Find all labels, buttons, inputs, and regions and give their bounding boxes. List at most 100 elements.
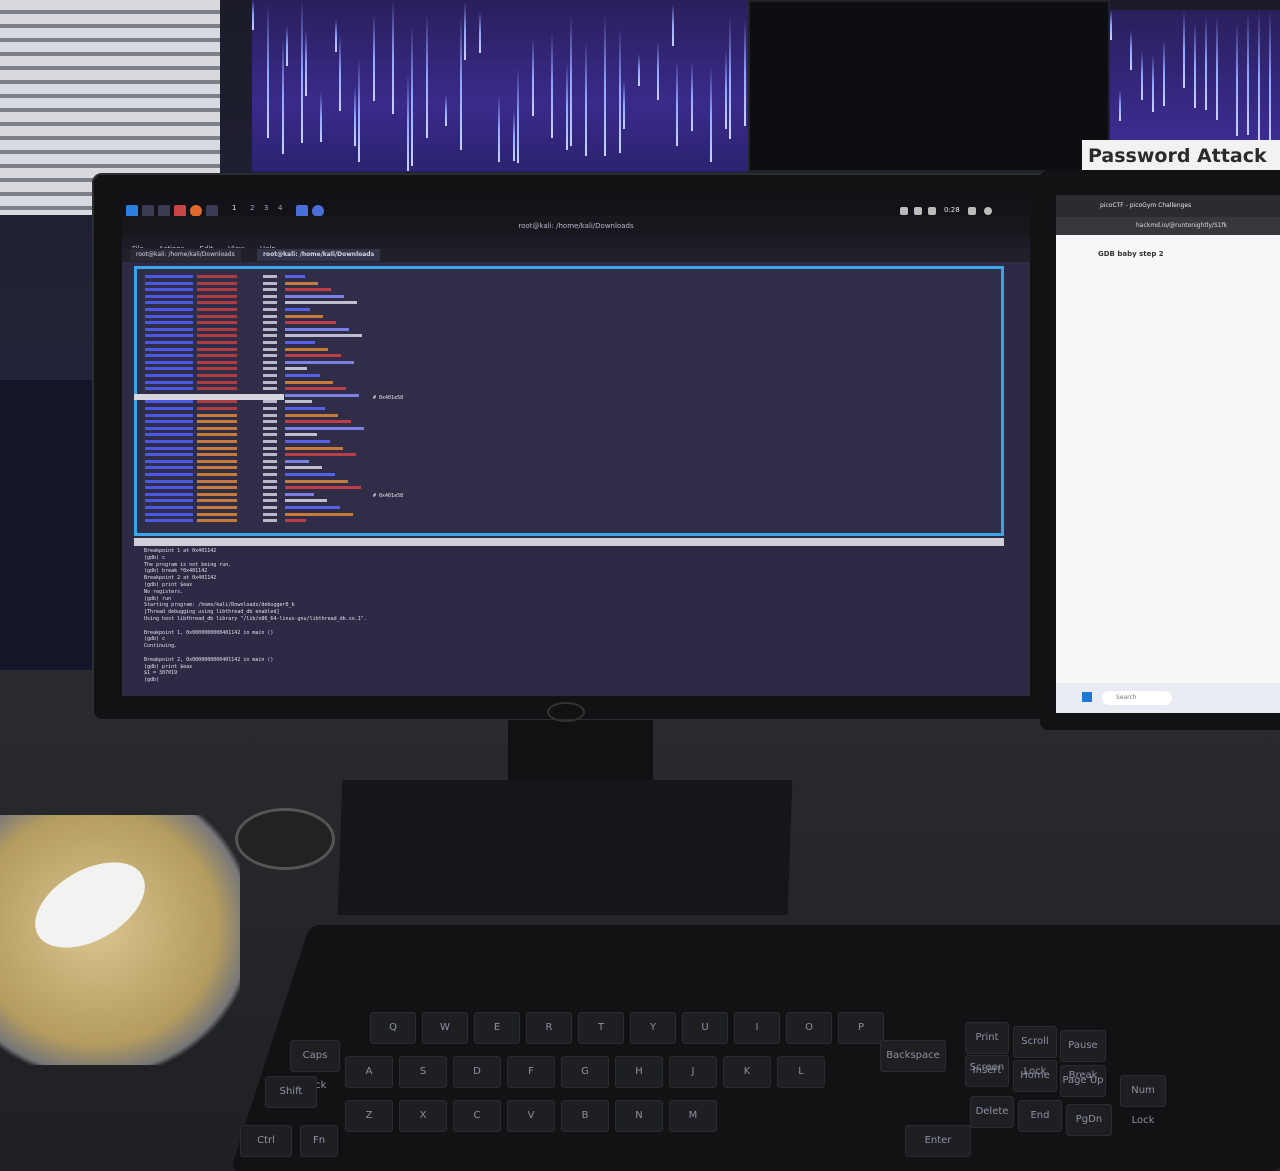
key-z[interactable]: Z [345,1100,393,1132]
asm-token [263,486,277,490]
key-delete[interactable]: Delete [970,1096,1014,1128]
asm-token [285,473,335,476]
key-g[interactable]: G [561,1056,609,1088]
key-w[interactable]: W [422,1012,468,1044]
asm-token [263,308,277,311]
asm-token [197,301,237,305]
workspace-4[interactable]: 4 [278,204,282,212]
key-a[interactable]: A [345,1056,393,1088]
key-scroll-lock[interactable]: Scroll Lock [1013,1026,1057,1077]
key-y[interactable]: Y [630,1012,676,1044]
rain-streak [1247,12,1249,135]
key-c[interactable]: C [453,1100,501,1132]
gdb-output-line: (gdb) print $eax [144,663,193,670]
asm-token [145,407,193,410]
key-j[interactable]: J [669,1056,717,1088]
asm-token [197,347,237,351]
key-end[interactable]: End [1018,1100,1062,1132]
terminal-tab-1[interactable]: root@kali: /home/kali/Downloads [130,249,241,261]
asm-token [263,294,277,298]
windows-start-icon[interactable] [1082,692,1092,702]
rain-streak [354,86,356,146]
key-k[interactable]: K [723,1056,771,1088]
rain-streak [286,26,288,66]
browser-address-bar[interactable]: hackmd.io/@runtonightly/S1fk [1056,217,1280,235]
workspace-3[interactable]: 3 [264,204,268,212]
key-u[interactable]: U [682,1012,728,1044]
key-d[interactable]: D [453,1056,501,1088]
asm-token [285,281,318,285]
key-capslock[interactable]: Caps Lock [290,1040,340,1091]
key-t[interactable]: T [578,1012,624,1044]
browser-tab[interactable]: picoCTF - picoGym Challenges [1056,195,1280,217]
key-p[interactable]: P [838,1012,884,1044]
asm-token [145,341,193,344]
rain-streak [464,2,466,60]
rain-streak [1163,39,1165,106]
asm-token [263,288,277,292]
asm-token [285,446,343,450]
asm-token [263,453,277,457]
key-prtscr[interactable]: Print Screen [965,1022,1009,1073]
asm-token [145,294,193,298]
key-m[interactable]: M [669,1100,717,1132]
key-backspace[interactable]: Backspace [880,1040,946,1072]
asm-token [145,420,193,424]
lock-icon[interactable] [968,207,976,215]
rain-streak [729,16,731,139]
asm-token [285,380,333,384]
asm-token [145,486,193,490]
asm-token [145,446,193,450]
key-b[interactable]: B [561,1100,609,1132]
rain-streak [252,0,254,30]
taskbar-search[interactable]: Search [1102,691,1172,705]
rain-streak [392,0,394,114]
workspace-2[interactable]: 2 [250,204,254,212]
asm-token [197,506,237,509]
key-pause[interactable]: Pause Break [1060,1030,1106,1081]
asm-token [145,334,193,338]
cable-grommet [235,808,335,870]
key-pgdn[interactable]: PgDn [1066,1104,1112,1136]
key-r[interactable]: R [526,1012,572,1044]
key-h[interactable]: H [615,1056,663,1088]
key-q[interactable]: Q [370,1012,416,1044]
power-icon[interactable] [984,207,992,215]
key-x[interactable]: X [399,1100,447,1132]
key-shift-left[interactable]: Shift [265,1076,317,1108]
asm-token [197,314,237,318]
asm-token [263,519,277,523]
rain-streak [585,41,587,156]
asm-token [285,367,307,371]
key-i[interactable]: I [734,1012,780,1044]
asm-token [145,499,193,503]
key-v[interactable]: V [507,1100,555,1132]
rain-streak [282,38,284,154]
key-n[interactable]: N [615,1100,663,1132]
gdb-output-line: (gdb) c [144,554,166,561]
asm-token [263,440,277,443]
wall-display-off [748,0,1110,172]
rain-streak [479,12,481,53]
asm-token [285,321,336,325]
terminal-tab-2[interactable]: root@kali: /home/kali/Downloads [257,249,381,261]
key-f[interactable]: F [507,1056,555,1088]
key-s[interactable]: S [399,1056,447,1088]
asm-token [197,519,237,523]
asm-token [197,327,237,331]
key-o[interactable]: O [786,1012,832,1044]
key-l[interactable]: L [777,1056,825,1088]
key-fn[interactable]: Fn [300,1125,338,1157]
rain-streak [445,95,447,126]
key-enter[interactable]: Enter [905,1125,971,1157]
asm-token [197,275,237,278]
rain-streak [1183,11,1185,88]
rain-streak [1258,10,1260,140]
asm-token [145,327,193,331]
key-numlock[interactable]: Num Lock [1120,1075,1166,1126]
key-e[interactable]: E [474,1012,520,1044]
key-ctrl-left[interactable]: Ctrl [240,1125,292,1157]
rain-streak [623,80,625,129]
workspace-1[interactable]: 1 [232,204,236,212]
asm-token [263,341,277,344]
